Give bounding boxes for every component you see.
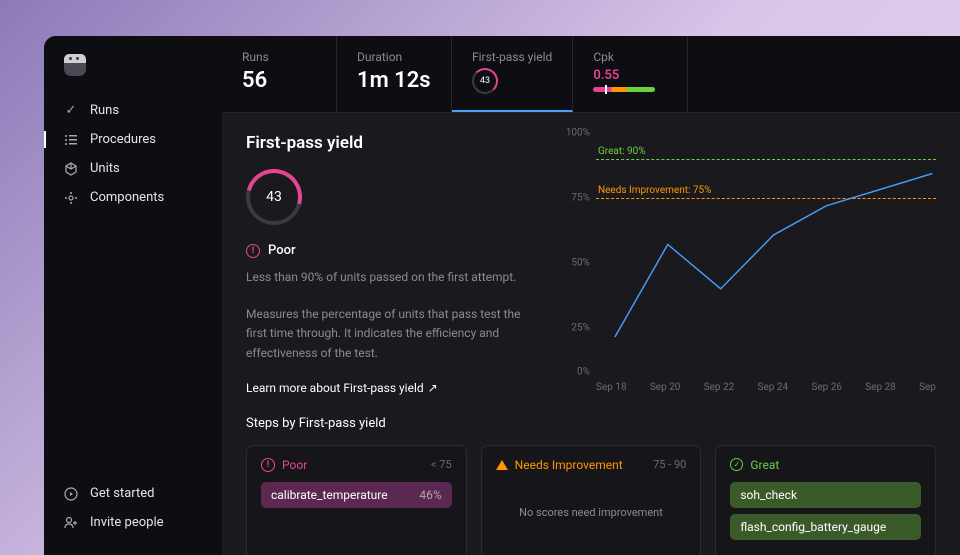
sidebar-item-label: Runs <box>90 103 119 118</box>
x-tick: Sep 24 <box>758 382 789 393</box>
stat-label: Duration <box>357 50 431 64</box>
sidebar-item-units[interactable]: Units <box>44 154 222 183</box>
sidebar-footer: Get started Invite people <box>44 479 222 537</box>
x-tick: Sep 26 <box>811 382 842 393</box>
steps-title: Steps by First-pass yield <box>246 416 936 431</box>
column-range: < 75 <box>431 458 452 471</box>
sidebar-item-label: Procedures <box>90 132 156 147</box>
cube-icon <box>64 162 78 176</box>
stat-value: 0.55 <box>593 68 667 83</box>
detail-panel: First-pass yield 43 ! Poor Less than 90%… <box>246 133 536 396</box>
list-icon <box>64 133 78 147</box>
section-title: First-pass yield <box>246 133 536 153</box>
alert-circle-icon: ! <box>246 244 260 258</box>
main-content: Runs 56 Duration 1m 12s First-pass yield… <box>222 36 960 555</box>
fpy-gauge-icon: 43 <box>472 68 498 94</box>
sidebar: ✓ Runs Procedures Units Components <box>44 36 222 555</box>
y-tick: 0% <box>577 367 590 378</box>
column-label: Great <box>750 458 779 472</box>
app-window: ✓ Runs Procedures Units Components <box>44 36 960 555</box>
stat-card-duration[interactable]: Duration 1m 12s <box>337 36 452 112</box>
column-label: Poor <box>282 458 307 472</box>
warning-icon <box>496 460 508 470</box>
stat-card-cpk[interactable]: Cpk 0.55 <box>573 36 688 112</box>
status-text: Poor <box>268 243 296 258</box>
sidebar-item-components[interactable]: Components <box>44 183 222 212</box>
cpk-bar-icon <box>593 87 655 92</box>
column-header: ✓ Great <box>730 458 921 472</box>
stat-label: First-pass yield <box>472 50 552 64</box>
stat-label: Cpk <box>593 50 667 64</box>
y-tick: 50% <box>571 258 590 269</box>
steps-columns: ! Poor < 75 calibrate_temperature 46% <box>246 445 936 555</box>
step-name: flash_config_battery_gauge <box>740 520 886 534</box>
steps-section: Steps by First-pass yield ! Poor < 75 ca… <box>222 416 960 555</box>
play-icon <box>64 487 78 501</box>
fpy-chart: 100% 75% 50% 25% 0% Great: 90% Needs Imp… <box>566 133 936 393</box>
y-tick: 75% <box>571 193 590 204</box>
column-range: 75 - 90 <box>653 458 686 471</box>
stat-value: 1m 12s <box>357 68 431 93</box>
stat-label: Runs <box>242 50 316 64</box>
step-chip[interactable]: soh_check <box>730 482 921 508</box>
y-tick: 100% <box>566 128 590 139</box>
stat-value: 56 <box>242 68 316 93</box>
x-axis: Sep 18 Sep 20 Sep 22 Sep 24 Sep 26 Sep 2… <box>596 382 936 393</box>
summary-text: Less than 90% of units passed on the fir… <box>246 268 536 287</box>
x-tick: Sep 18 <box>596 382 627 393</box>
sidebar-item-runs[interactable]: ✓ Runs <box>44 96 222 125</box>
stat-row: Runs 56 Duration 1m 12s First-pass yield… <box>222 36 960 113</box>
gauge-value: 43 <box>266 189 282 205</box>
stat-card-fpy[interactable]: First-pass yield 43 <box>452 36 573 112</box>
sidebar-item-procedures[interactable]: Procedures <box>44 125 222 154</box>
alert-circle-icon: ! <box>261 458 275 472</box>
learn-more-link[interactable]: Learn more about First-pass yield ↗ <box>246 381 438 395</box>
app-logo <box>64 54 86 76</box>
step-pct: 46% <box>419 488 441 502</box>
stat-card-runs[interactable]: Runs 56 <box>222 36 337 112</box>
components-icon <box>64 191 78 205</box>
external-icon: ↗ <box>428 381 438 395</box>
invite-people-link[interactable]: Invite people <box>44 508 222 537</box>
x-tick: Sep 22 <box>704 382 735 393</box>
y-tick: 25% <box>571 323 590 334</box>
footer-label: Invite people <box>90 515 164 530</box>
x-tick: Sep <box>919 382 936 393</box>
column-header: ! Poor < 75 <box>261 458 452 472</box>
x-tick: Sep 28 <box>865 382 896 393</box>
status-line: ! Poor <box>246 243 536 258</box>
footer-label: Get started <box>90 486 154 501</box>
step-name: soh_check <box>740 488 797 502</box>
line-chart-svg <box>596 133 936 360</box>
x-tick: Sep 20 <box>650 382 681 393</box>
description-text: Measures the percentage of units that pa… <box>246 305 536 363</box>
column-label: Needs Improvement <box>515 458 623 472</box>
sidebar-item-label: Units <box>90 161 120 176</box>
empty-message: No scores need improvement <box>496 482 687 519</box>
column-needs-improvement: Needs Improvement 75 - 90 No scores need… <box>481 445 702 555</box>
column-header: Needs Improvement 75 - 90 <box>496 458 687 472</box>
fpy-big-gauge: 43 <box>246 169 302 225</box>
step-chip[interactable]: flash_config_battery_gauge <box>730 514 921 540</box>
step-chip[interactable]: calibrate_temperature 46% <box>261 482 452 508</box>
column-great: ✓ Great soh_check flash_config_battery_g… <box>715 445 936 555</box>
detail-section: First-pass yield 43 ! Poor Less than 90%… <box>222 113 960 416</box>
check-icon: ✓ <box>64 104 78 118</box>
person-add-icon <box>64 516 78 530</box>
get-started-link[interactable]: Get started <box>44 479 222 508</box>
sidebar-item-label: Components <box>90 190 164 205</box>
check-circle-icon: ✓ <box>730 458 743 471</box>
column-poor: ! Poor < 75 calibrate_temperature 46% <box>246 445 467 555</box>
step-name: calibrate_temperature <box>271 488 388 502</box>
